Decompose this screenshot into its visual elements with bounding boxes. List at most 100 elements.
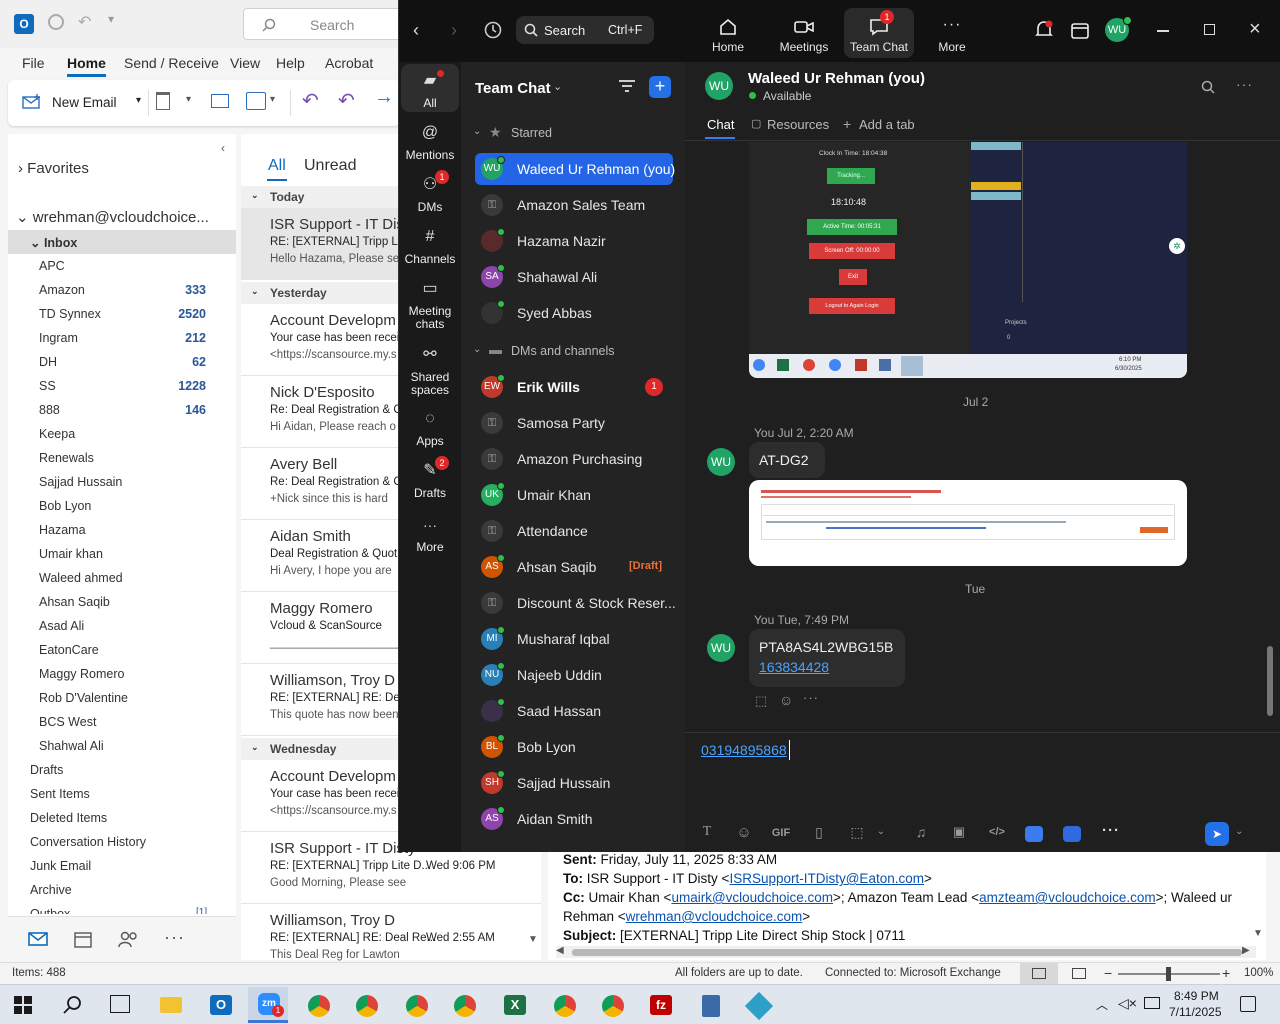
rail-item-more[interactable]: ··· More	[401, 514, 459, 554]
app-taskbar-icon[interactable]	[738, 987, 778, 1023]
composer-more-icon[interactable]: ···	[1101, 822, 1121, 842]
folder-item[interactable]: EatonCare	[8, 638, 236, 662]
chat-search-icon[interactable]	[1201, 80, 1215, 94]
rail-item-drafts[interactable]: ✎ 2 Drafts	[401, 456, 459, 500]
chat-list-item[interactable]: Hazama Nazir	[475, 225, 673, 257]
emoji-icon[interactable]: ☺	[734, 824, 754, 844]
app-icon[interactable]	[1063, 826, 1081, 842]
menu-acrobat[interactable]: Acrobat	[325, 55, 373, 71]
dms-chevron-icon[interactable]: ⌄	[473, 344, 481, 355]
people-icon[interactable]	[118, 930, 140, 948]
notifications-icon[interactable]	[1240, 996, 1256, 1012]
folder-item[interactable]: Drafts	[8, 758, 236, 782]
rail-item-meeting-chats[interactable]: ▭ Meeting chats	[401, 278, 459, 331]
rail-item-channels[interactable]: # Channels	[401, 226, 459, 266]
rail-item-mentions[interactable]: @ Mentions	[401, 122, 459, 162]
folder-item[interactable]: Archive	[8, 878, 236, 902]
folder-item[interactable]: Deleted Items	[8, 806, 236, 830]
folder-item[interactable]: Shahwal Ali	[8, 734, 236, 758]
sync-icon[interactable]	[48, 14, 64, 30]
filezilla-icon[interactable]: fz	[640, 987, 680, 1023]
file-explorer-icon[interactable]	[150, 987, 190, 1023]
task-view-icon[interactable]	[110, 995, 130, 1013]
reply-all-icon[interactable]: ↶	[338, 88, 355, 113]
zoom-search-box[interactable]: Search Ctrl+F	[516, 16, 654, 44]
filter-unread-tab[interactable]: Unread	[304, 157, 356, 175]
attached-screenshot-image[interactable]: Clock In Time: 18:04:38 Tracking... 18:1…	[749, 142, 1187, 378]
chat-list-item[interactable]: ⚿ Amazon Purchasing	[475, 443, 673, 475]
chat-list-item[interactable]: UK Umair Khan	[475, 479, 673, 511]
folder-item[interactable]: Keepa	[8, 422, 236, 446]
chrome-icon[interactable]	[444, 987, 484, 1023]
chat-list-item[interactable]: ⚿ Amazon Sales Team	[475, 189, 673, 221]
profile-avatar[interactable]: WU	[1105, 16, 1132, 42]
chat-scroll-thumb[interactable]	[1267, 646, 1273, 716]
attached-table-image[interactable]	[749, 480, 1187, 566]
chat-scrollbar[interactable]	[1267, 142, 1273, 730]
format-text-icon[interactable]: T	[697, 824, 717, 844]
maximize-icon[interactable]	[1204, 24, 1215, 35]
archive-icon[interactable]	[211, 94, 229, 108]
tab-meetings[interactable]: Meetings	[769, 8, 839, 58]
menu-view[interactable]: View	[230, 55, 260, 71]
chrome-icon[interactable]	[346, 987, 386, 1023]
folder-item[interactable]: Conversation History	[8, 830, 236, 854]
starred-chevron-icon[interactable]: ⌄	[473, 126, 481, 137]
folder-item[interactable]: Maggy Romero	[8, 662, 236, 686]
screenshot-dropdown-icon[interactable]: ⌄	[871, 826, 891, 846]
folder-item[interactable]: Rob D'Valentine	[8, 686, 236, 710]
calculator-icon[interactable]	[690, 987, 730, 1023]
folder-item[interactable]: Waleed ahmed	[8, 566, 236, 590]
folder-item[interactable]: BCS West	[8, 710, 236, 734]
calendar-icon[interactable]	[74, 930, 92, 948]
chrome-icon[interactable]	[544, 987, 584, 1023]
new-chat-button[interactable]: +	[649, 76, 671, 98]
chrome-icon[interactable]	[298, 987, 338, 1023]
chat-title[interactable]: Waleed Ur Rehman (you)	[748, 70, 925, 87]
chat-list-item[interactable]: WU Waleed Ur Rehman (you)	[475, 153, 675, 185]
chat-list-item[interactable]: AS Aidan Smith	[475, 803, 673, 835]
chat-list-item[interactable]: ⚿ Attendance	[475, 515, 673, 547]
dms-header[interactable]: DMs and channels	[511, 344, 615, 358]
normal-view-icon[interactable]	[1020, 963, 1058, 984]
cc-email-link-3[interactable]: wrehman@vcloudchoice.com	[626, 909, 803, 924]
chat-list-item[interactable]: ⚿ Samosa Party	[475, 407, 673, 439]
network-icon[interactable]	[1144, 997, 1160, 1009]
tab-team-chat[interactable]: 1 Team Chat	[844, 8, 914, 58]
chat-list-item[interactable]: SA Shahawal Ali	[475, 261, 673, 293]
chat-list-item[interactable]: SH Sajjad Hussain	[475, 767, 673, 799]
folder-item[interactable]: Bob Lyon	[8, 494, 236, 518]
folder-item[interactable]: Ahsan Saqib	[8, 590, 236, 614]
rail-item-all[interactable]: ▰ All	[401, 70, 459, 110]
message-more-icon[interactable]: ···	[803, 690, 819, 705]
move-icon[interactable]	[246, 92, 266, 110]
qat-dropdown-icon[interactable]: ▾	[108, 12, 114, 26]
emoji-react-icon[interactable]: ☺	[779, 692, 793, 708]
zoom-slider[interactable]	[1118, 967, 1220, 981]
horizontal-scroll-thumb[interactable]	[572, 949, 1242, 956]
notification-bell-icon[interactable]	[1035, 20, 1053, 40]
collapse-pane-icon[interactable]: ‹	[221, 141, 225, 155]
tab-chat[interactable]: Chat	[707, 117, 734, 132]
menu-file[interactable]: File	[22, 55, 45, 71]
title-dropdown-icon[interactable]: ⌄	[553, 80, 562, 93]
scroll-left-icon[interactable]: ◀	[556, 945, 564, 956]
screenshot-icon[interactable]: ⬚	[847, 824, 867, 844]
cc-email-link-1[interactable]: umairk@vcloudchoice.com	[671, 890, 833, 905]
chrome-icon[interactable]	[396, 987, 436, 1023]
account-header[interactable]: ⌄ wrehman@vcloudchoice...	[16, 208, 209, 226]
menu-home[interactable]: Home	[67, 55, 106, 77]
folder-inbox[interactable]: ⌄ Inbox	[8, 230, 236, 254]
zoom-out-icon[interactable]: −	[1104, 965, 1112, 981]
history-icon[interactable]	[483, 20, 503, 40]
more-apps-icon[interactable]: ···	[164, 927, 185, 948]
forward-icon[interactable]: ›	[451, 20, 457, 41]
cc-email-link-2[interactable]: amzteam@vcloudchoice.com	[979, 890, 1156, 905]
starred-header[interactable]: Starred	[511, 126, 552, 140]
scroll-right-icon[interactable]: ▶	[1242, 945, 1250, 956]
folder-item[interactable]: Umair khan	[8, 542, 236, 566]
filter-icon[interactable]	[619, 80, 635, 92]
folder-item[interactable]: Sajjad Hussain	[8, 470, 236, 494]
menu-send-receive[interactable]: Send / Receive	[124, 55, 219, 71]
folder-item[interactable]: 888 146	[8, 398, 236, 422]
